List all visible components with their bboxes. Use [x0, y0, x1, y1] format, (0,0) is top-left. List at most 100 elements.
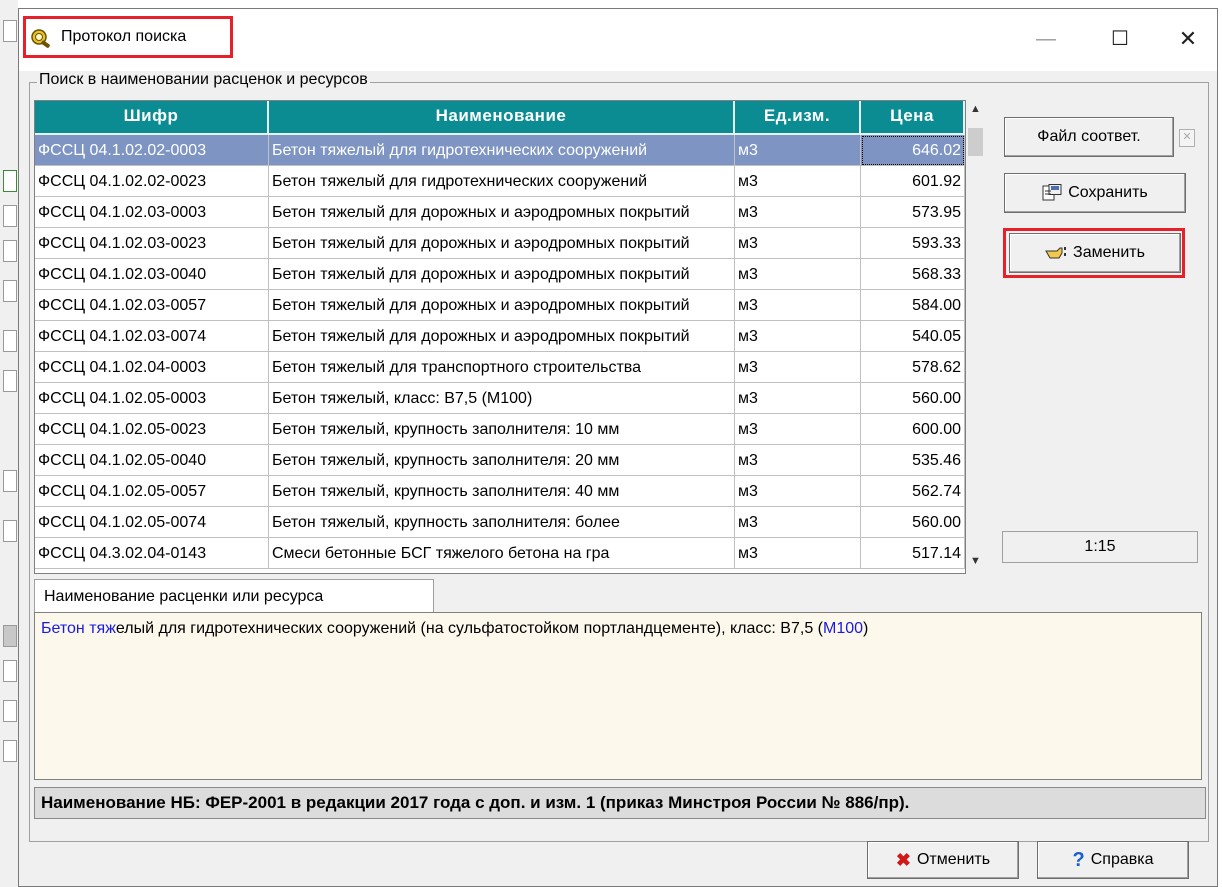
background-fragment: [3, 740, 17, 762]
scroll-up-icon[interactable]: ▲: [966, 100, 985, 118]
search-protocol-icon: [31, 29, 50, 48]
scroll-down-icon[interactable]: ▼: [966, 552, 985, 570]
column-header-name[interactable]: Наименование: [269, 101, 735, 135]
close-icon[interactable]: ✕: [1179, 129, 1195, 147]
tab-resource-name[interactable]: Наименование расценки или ресурса: [34, 579, 434, 612]
background-fragment: [3, 470, 17, 492]
table-row[interactable]: ФССЦ 04.1.02.02-0003 Бетон тяжелый для г…: [35, 135, 965, 166]
record-counter: 1:15: [1002, 531, 1198, 563]
table-row[interactable]: ФССЦ 04.1.02.03-0023 Бетон тяжелый для д…: [35, 228, 965, 259]
normative-base-status: Наименование НБ: ФЕР-2001 в редакции 201…: [34, 787, 1206, 819]
table-row[interactable]: ФССЦ 04.1.02.05-0040 Бетон тяжелый, круп…: [35, 445, 965, 476]
description-tail: ): [863, 620, 869, 637]
column-header-price[interactable]: Цена: [861, 101, 965, 135]
description-text[interactable]: Бетон тяжелый для гидротехнических соору…: [34, 612, 1202, 780]
cell-unit: м3: [735, 228, 861, 259]
cell-name: Бетон тяжелый для дорожных и аэродромных…: [269, 321, 735, 352]
cell-unit: м3: [735, 476, 861, 507]
cell-code: ФССЦ 04.1.02.03-0023: [35, 228, 269, 259]
cell-unit: м3: [735, 166, 861, 197]
background-fragment: [3, 700, 17, 722]
cell-code: ФССЦ 04.1.02.05-0023: [35, 414, 269, 445]
cell-name: Бетон тяжелый для дорожных и аэродромных…: [269, 228, 735, 259]
cell-name: Бетон тяжелый, крупность заполнителя: бо…: [269, 507, 735, 538]
cell-unit: м3: [735, 259, 861, 290]
table-row[interactable]: ФССЦ 04.1.02.04-0003 Бетон тяжелый для т…: [35, 352, 965, 383]
save-label: Сохранить: [1068, 184, 1148, 201]
cell-code: ФССЦ 04.1.02.03-0074: [35, 321, 269, 352]
cell-price: 540.05: [861, 321, 965, 352]
table-row[interactable]: ФССЦ 04.3.02.04-0143 Смеси бетонные БСГ …: [35, 538, 965, 569]
description-highlight: М100: [823, 620, 864, 637]
results-table[interactable]: Шифр Наименование Ед.изм. Цена ФССЦ 04.1…: [34, 100, 966, 574]
title-bar[interactable]: Протокол поиска — ☐ ✕: [19, 9, 1217, 71]
table-row[interactable]: ФССЦ 04.1.02.03-0040 Бетон тяжелый для д…: [35, 259, 965, 290]
minimize-button[interactable]: —: [1021, 19, 1071, 59]
cell-name: Бетон тяжелый для гидротехнических соору…: [269, 135, 735, 166]
cell-code: ФССЦ 04.1.02.04-0003: [35, 352, 269, 383]
cell-unit: м3: [735, 352, 861, 383]
cell-code: ФССЦ 04.1.02.03-0057: [35, 290, 269, 321]
cell-code: ФССЦ 04.1.02.03-0040: [35, 259, 269, 290]
table-scrollbar[interactable]: ▲ ▼: [966, 100, 985, 572]
file-match-button[interactable]: Файл соответ.: [1004, 117, 1174, 157]
help-button[interactable]: ? Справка: [1037, 841, 1189, 879]
cell-unit: м3: [735, 197, 861, 228]
cell-name: Бетон тяжелый, крупность заполнителя: 40…: [269, 476, 735, 507]
search-protocol-window: Протокол поиска — ☐ ✕ Поиск в наименован…: [18, 8, 1218, 887]
background-fragment: [3, 520, 17, 542]
cell-name: Бетон тяжелый для дорожных и аэродромных…: [269, 259, 735, 290]
cell-unit: м3: [735, 538, 861, 569]
background-fragment: [3, 240, 17, 262]
cell-price: 584.00: [861, 290, 965, 321]
window-title: Протокол поиска: [61, 28, 187, 45]
background-fragment: [3, 660, 17, 682]
cell-price: 600.00: [861, 414, 965, 445]
cell-unit: м3: [735, 290, 861, 321]
cell-price: 560.00: [861, 383, 965, 414]
table-row[interactable]: ФССЦ 04.1.02.03-0003 Бетон тяжелый для д…: [35, 197, 965, 228]
table-row[interactable]: ФССЦ 04.1.02.03-0057 Бетон тяжелый для д…: [35, 290, 965, 321]
cell-price: 568.33: [861, 259, 965, 290]
scrollbar-thumb[interactable]: [968, 128, 983, 156]
cell-price: 562.74: [861, 476, 965, 507]
groupbox-caption: Поиск в наименовании расценок и ресурсов: [37, 71, 370, 89]
cell-price: 517.14: [861, 538, 965, 569]
cell-name: Бетон тяжелый для дорожных и аэродромных…: [269, 197, 735, 228]
cell-name: Бетон тяжелый, класс: В7,5 (М100): [269, 383, 735, 414]
cell-code: ФССЦ 04.1.02.02-0003: [35, 135, 269, 166]
cell-name: Бетон тяжелый, крупность заполнителя: 20…: [269, 445, 735, 476]
cell-unit: м3: [735, 445, 861, 476]
cell-unit: м3: [735, 321, 861, 352]
cell-code: ФССЦ 04.1.02.05-0040: [35, 445, 269, 476]
cell-unit: м3: [735, 135, 861, 166]
background-fragment: [3, 370, 17, 392]
cell-price: 578.62: [861, 352, 965, 383]
maximize-button[interactable]: ☐: [1095, 19, 1145, 59]
question-icon: ?: [1072, 849, 1085, 871]
table-row[interactable]: ФССЦ 04.1.02.05-0074 Бетон тяжелый, круп…: [35, 507, 965, 538]
table-row[interactable]: ФССЦ 04.1.02.05-0023 Бетон тяжелый, круп…: [35, 414, 965, 445]
table-row[interactable]: ФССЦ 04.1.02.05-0057 Бетон тяжелый, круп…: [35, 476, 965, 507]
cell-code: ФССЦ 04.1.02.05-0003: [35, 383, 269, 414]
table-row[interactable]: ФССЦ 04.1.02.05-0003 Бетон тяжелый, клас…: [35, 383, 965, 414]
cell-price: 601.92: [861, 166, 965, 197]
save-button[interactable]: Сохранить: [1004, 173, 1186, 213]
cancel-label: Отменить: [916, 851, 991, 869]
cell-name: Бетон тяжелый для дорожных и аэродромных…: [269, 290, 735, 321]
cell-name: Бетон тяжелый для транспортного строител…: [269, 352, 735, 383]
help-label: Справка: [1090, 851, 1154, 869]
cancel-button[interactable]: ✖ Отменить: [867, 841, 1019, 879]
column-header-unit[interactable]: Ед.изм.: [735, 101, 861, 135]
close-button[interactable]: ✕: [1163, 19, 1213, 59]
column-header-code[interactable]: Шифр: [35, 101, 269, 135]
table-row[interactable]: ФССЦ 04.1.02.02-0023 Бетон тяжелый для г…: [35, 166, 965, 197]
save-icon: [1042, 183, 1062, 201]
cell-unit: м3: [735, 507, 861, 538]
cell-price: 535.46: [861, 445, 965, 476]
table-header: Шифр Наименование Ед.изм. Цена: [35, 101, 965, 135]
cell-price: 560.00: [861, 507, 965, 538]
description-body: елый для гидротехнических сооружений (на…: [115, 620, 823, 637]
table-row[interactable]: ФССЦ 04.1.02.03-0074 Бетон тяжелый для д…: [35, 321, 965, 352]
red-x-icon: ✖: [895, 850, 911, 870]
